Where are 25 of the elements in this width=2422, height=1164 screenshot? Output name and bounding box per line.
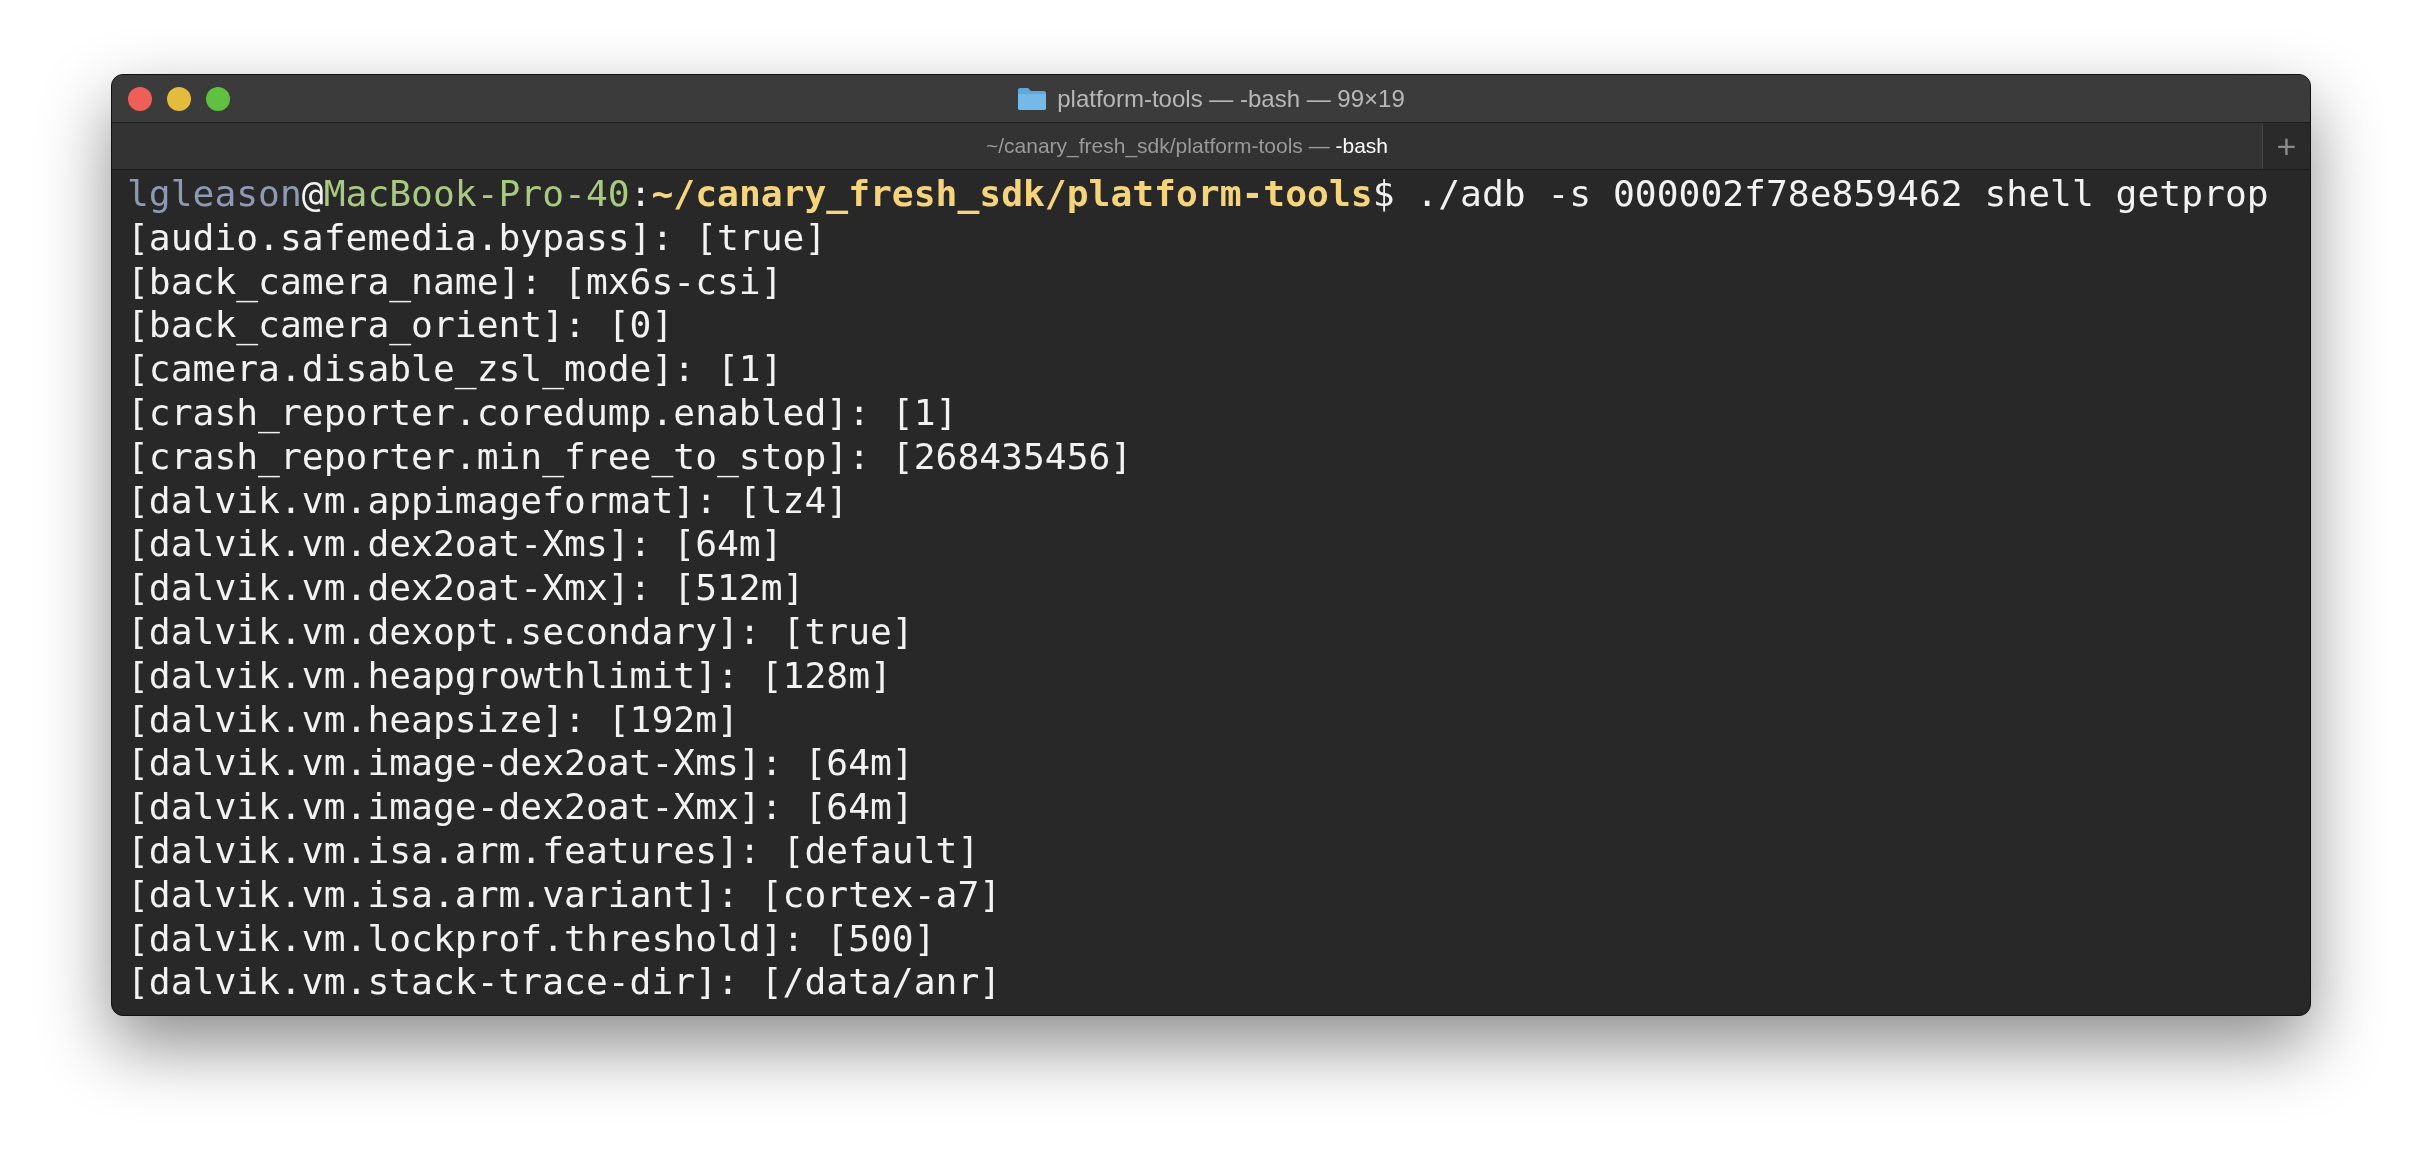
output-line: [dalvik.vm.image-dex2oat-Xmx]: [64m]: [127, 785, 915, 829]
output-line: [camera.disable_zsl_mode]: [1]: [127, 347, 784, 391]
output-line: [dalvik.vm.stack-trace-dir]: [/data/anr]: [127, 960, 1003, 1005]
output-line: [dalvik.vm.heapgrowthlimit]: [128m]: [127, 653, 893, 698]
output-line: [back_camera_name]: [mx6s-csi]: [127, 259, 784, 304]
close-icon[interactable]: [128, 86, 152, 111]
minimize-icon[interactable]: [167, 86, 191, 111]
output-line: [back_camera_orient]: [0]: [127, 303, 675, 348]
output-line: [dalvik.vm.isa.arm.features]: [default]: [127, 828, 981, 873]
output-line: [dalvik.vm.lockprof.threshold]: [500]: [127, 916, 937, 961]
window-title: platform-tools — -bash — 99×19: [1057, 84, 1405, 113]
maximize-icon[interactable]: [206, 86, 230, 111]
output-line: [dalvik.vm.dexopt.secondary]: [true]: [127, 609, 915, 654]
command-line: lgleason@MacBook-Pro-40:~/canary_fresh_sdk/platform-tools$ ./adb -s 000002f78e859462 shell getprop: [127, 172, 2270, 216]
output-line: [crash_reporter.coredump.enabled]: [1]: [127, 391, 959, 435]
output-line: [dalvik.vm.heapsize]: [192m]: [127, 697, 740, 742]
terminal-tab[interactable]: ~/canary_fresh_sdk/platform-tools — -bash: [112, 123, 2262, 169]
output-line: [crash_reporter.min_free_to_stop]: [268435456]: [127, 434, 1134, 479]
output-line: [audio.safemedia.bypass]: [true]: [127, 215, 828, 260]
output-line: [dalvik.vm.image-dex2oat-Xms]: [64m]: [127, 741, 915, 786]
output-line: [dalvik.vm.dex2oat-Xmx]: [512m]: [127, 566, 806, 610]
folder-icon: [1017, 86, 1048, 111]
output-line: [dalvik.vm.appimageformat]: [lz4]: [127, 478, 850, 523]
output-line: [dalvik.vm.isa.arm.variant]: [cortex-a7]: [127, 872, 1003, 917]
output-line: [dalvik.vm.dex2oat-Xms]: [64m]: [127, 522, 784, 567]
